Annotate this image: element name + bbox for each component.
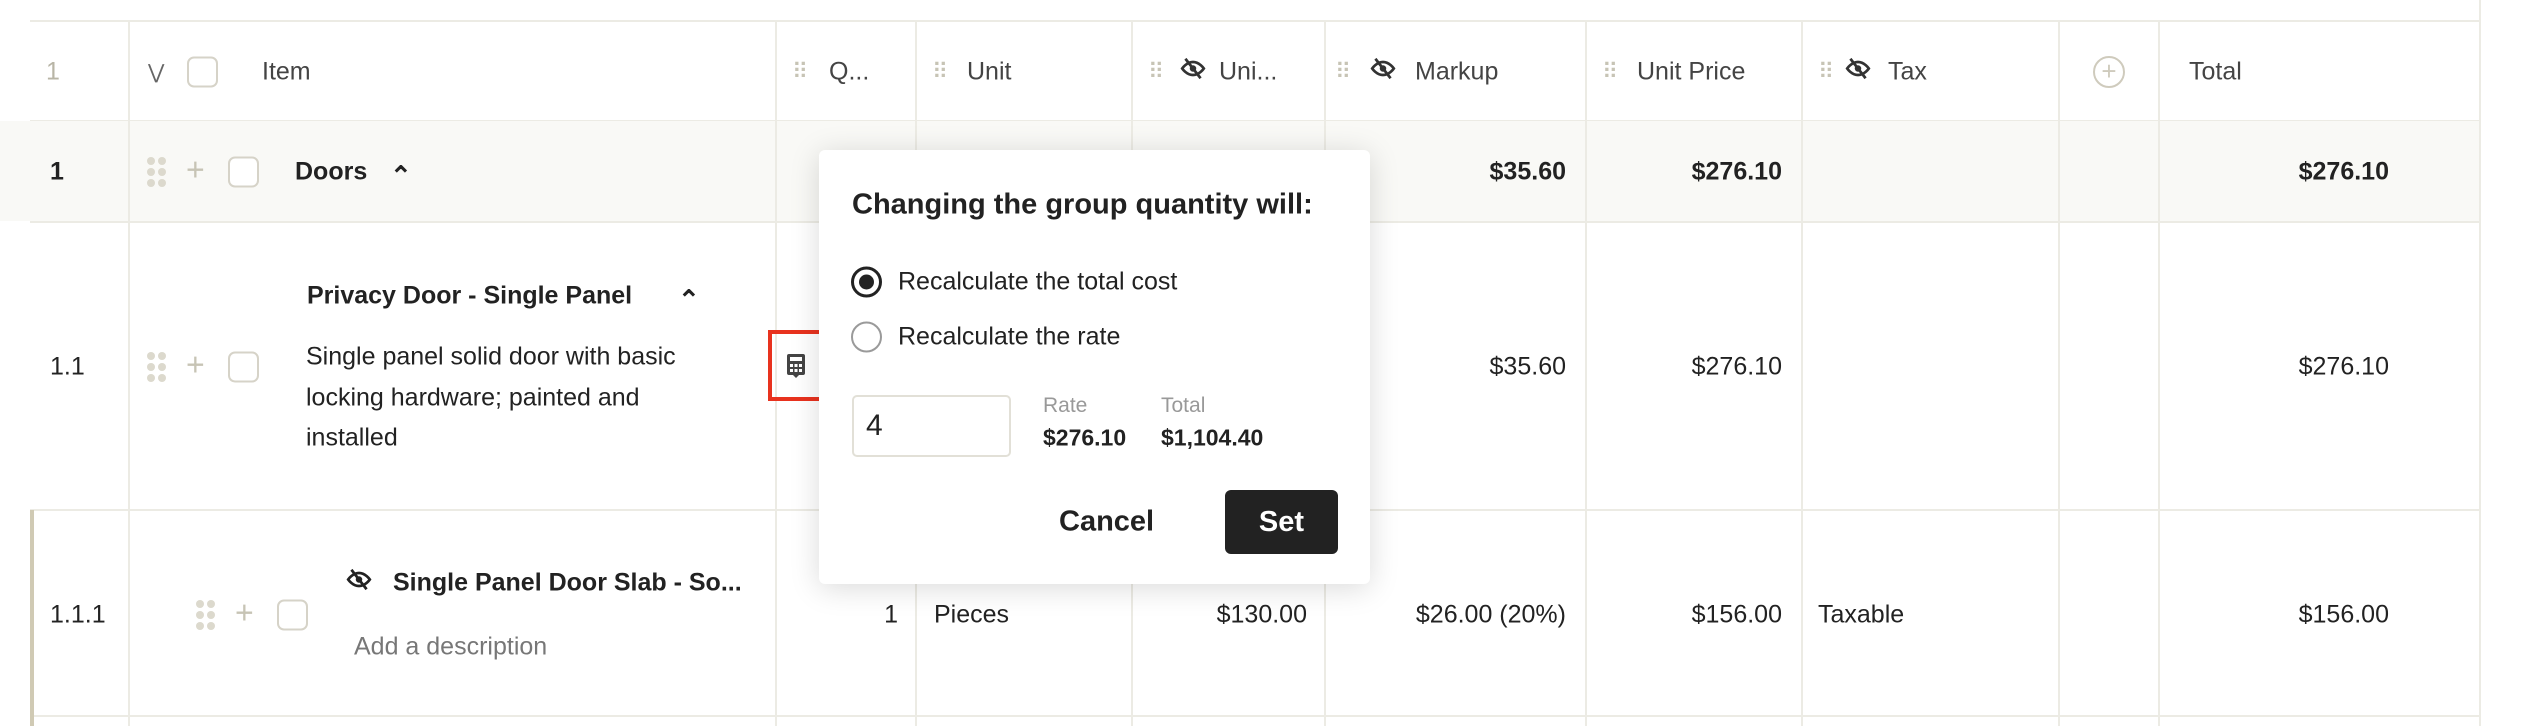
quantity-cell[interactable]: 1 [884,601,898,630]
popover-title: Changing the group quantity will: [852,188,1313,221]
quantity-input[interactable] [852,395,1011,457]
unit-cell[interactable]: Pieces [934,601,1009,630]
row-number: 1 [50,157,64,186]
radio-recalculate-total[interactable] [851,266,882,298]
markup-cell: $35.60 [1489,157,1566,186]
header-unit-cost[interactable]: Uni... [1219,58,1277,87]
row-number: 1.1 [50,352,85,381]
add-item-icon[interactable]: + [186,152,205,189]
group-quantity-popover: Changing the group quantity will: Recalc… [819,150,1370,584]
set-button[interactable]: Set [1225,490,1338,554]
unit-price-cell: $276.10 [1691,157,1782,186]
caret-up-icon[interactable]: ⌃ [390,161,412,192]
drag-handle-icon[interactable]: ⠿ [1818,59,1834,85]
total-value: $1,104.40 [1161,424,1264,451]
drag-handle-icon[interactable] [147,352,166,382]
item-description[interactable]: Single panel solid door with basic [306,343,676,372]
item-description[interactable]: installed [306,424,398,453]
total-cell: $276.10 [2298,352,2389,381]
option-label[interactable]: Recalculate the rate [898,323,1120,352]
cancel-button[interactable]: Cancel [1059,506,1154,539]
markup-cell: $35.60 [1489,352,1566,381]
unit-price-cell: $156.00 [1691,600,1782,629]
total-cell: $276.10 [2298,157,2389,186]
row-checkbox[interactable] [228,156,259,188]
item-description[interactable]: locking hardware; painted and [306,384,640,413]
eye-off-icon [346,567,372,600]
header-markup[interactable]: Markup [1415,58,1498,87]
header-row-number: 1 [46,57,60,86]
header-quantity[interactable]: Q... [829,58,869,87]
drag-handle-icon[interactable] [196,600,215,630]
calculator-button[interactable] [768,330,823,401]
drag-handle-icon[interactable]: ⠿ [1148,59,1164,85]
group-title[interactable]: Doors [295,158,367,187]
add-item-icon[interactable]: + [235,595,254,632]
drag-handle-icon[interactable]: ⠿ [1335,59,1351,85]
row-number: 1.1.1 [50,600,106,629]
select-all-checkbox[interactable] [187,56,218,88]
header-unit[interactable]: Unit [967,58,1011,87]
description-placeholder[interactable]: Add a description [354,633,547,662]
nesting-indicator [30,510,34,726]
drag-handle-icon[interactable]: ⠿ [932,59,948,85]
header-tax[interactable]: Tax [1888,58,1927,87]
add-column-icon[interactable]: + [2093,56,2125,88]
header-item[interactable]: Item [262,58,311,87]
eye-off-icon[interactable] [1370,56,1396,89]
rate-label: Rate [1043,394,1088,417]
drag-handle-icon[interactable]: ⠿ [1602,59,1618,85]
total-label: Total [1161,394,1206,417]
total-cell: $156.00 [2298,600,2389,629]
drag-handle-icon[interactable] [147,157,166,187]
row-checkbox[interactable] [228,351,259,383]
rate-value: $276.10 [1043,424,1127,451]
eye-off-icon[interactable] [1845,56,1871,89]
row-checkbox[interactable] [277,599,308,631]
unit-price-cell: $276.10 [1691,352,1782,381]
option-label[interactable]: Recalculate the total cost [898,268,1177,297]
markup-cell[interactable]: $26.00 (20%) [1416,601,1566,630]
caret-up-icon[interactable]: ⌃ [678,285,700,316]
calculator-icon [787,354,805,378]
drag-handle-icon[interactable]: ⠿ [792,59,808,85]
item-title[interactable]: Privacy Door - Single Panel [307,282,632,311]
item-title[interactable]: Single Panel Door Slab - So... [393,569,742,598]
eye-off-icon[interactable] [1180,56,1206,89]
header-unit-price[interactable]: Unit Price [1637,58,1745,87]
collapse-all-icon[interactable]: ⋁ [148,60,164,85]
unit-cost-cell[interactable]: $130.00 [1217,601,1307,630]
tax-cell[interactable]: Taxable [1818,601,1904,630]
header-total[interactable]: Total [2189,58,2242,87]
radio-recalculate-rate[interactable] [851,321,882,353]
add-item-icon[interactable]: + [186,347,205,384]
